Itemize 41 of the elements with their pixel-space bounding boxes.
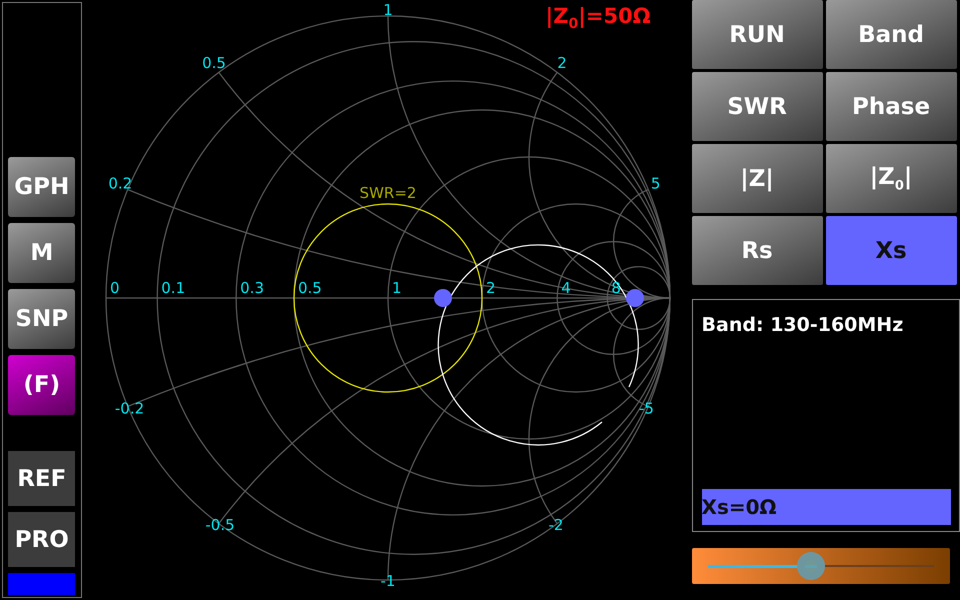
reactance-label: -5 — [638, 400, 654, 418]
resistance-label: 0.1 — [160, 279, 185, 297]
mode-button[interactable]: Band — [826, 0, 957, 69]
sidebar-button[interactable]: M — [8, 223, 76, 283]
reactance-label: -1 — [380, 572, 396, 590]
mode-button[interactable]: Rs — [692, 216, 823, 285]
reactance-label: -0.2 — [114, 400, 144, 418]
resistance-label: 0 — [110, 279, 120, 297]
reactance-label: -2 — [548, 516, 564, 534]
sidebar-button[interactable]: (F) — [8, 355, 76, 415]
resistance-label: 4 — [560, 279, 570, 297]
marker-dot — [626, 289, 644, 307]
reactance-label: 0.2 — [108, 174, 132, 192]
mode-button[interactable]: |Z| — [692, 144, 823, 213]
marker-dot — [434, 289, 452, 307]
readout-label: Xs=0Ω — [702, 489, 951, 525]
swr-label: SWR=2 — [359, 184, 416, 202]
sidebar-button[interactable]: SNP — [8, 289, 76, 349]
resistance-label: 8 — [610, 279, 620, 297]
resistance-label: 1 — [392, 279, 402, 297]
sidebar-button[interactable]: REF — [8, 451, 76, 506]
resistance-label: 2 — [486, 279, 496, 297]
reactance-label: 2 — [556, 54, 566, 72]
resistance-label: 0.5 — [298, 279, 322, 297]
reactance-label: 1 — [382, 1, 392, 19]
resistance-label: 0.3 — [240, 279, 264, 297]
reactance-label: -0.5 — [204, 516, 234, 534]
mode-button[interactable]: Xs — [826, 216, 957, 285]
mode-button[interactable]: |Z$_{0}$| — [826, 144, 957, 213]
reactance-label: 5 — [650, 174, 660, 192]
band-label: Band: 130-160MHz — [702, 314, 904, 336]
mode-button[interactable]: Phase — [826, 72, 957, 141]
slider-track[interactable] — [692, 548, 950, 584]
slider-thumb[interactable] — [797, 552, 826, 580]
reactance-label: 0.5 — [202, 54, 226, 72]
impedance-label: |Z$_{0}$|=50Ω — [546, 4, 651, 32]
sidebar-button[interactable]: GPH — [8, 157, 76, 217]
sidebar-button[interactable]: PRO — [8, 512, 76, 567]
status-indicator — [8, 573, 76, 595]
mode-button[interactable]: RUN — [692, 0, 823, 69]
mode-button[interactable]: SWR — [692, 72, 823, 141]
